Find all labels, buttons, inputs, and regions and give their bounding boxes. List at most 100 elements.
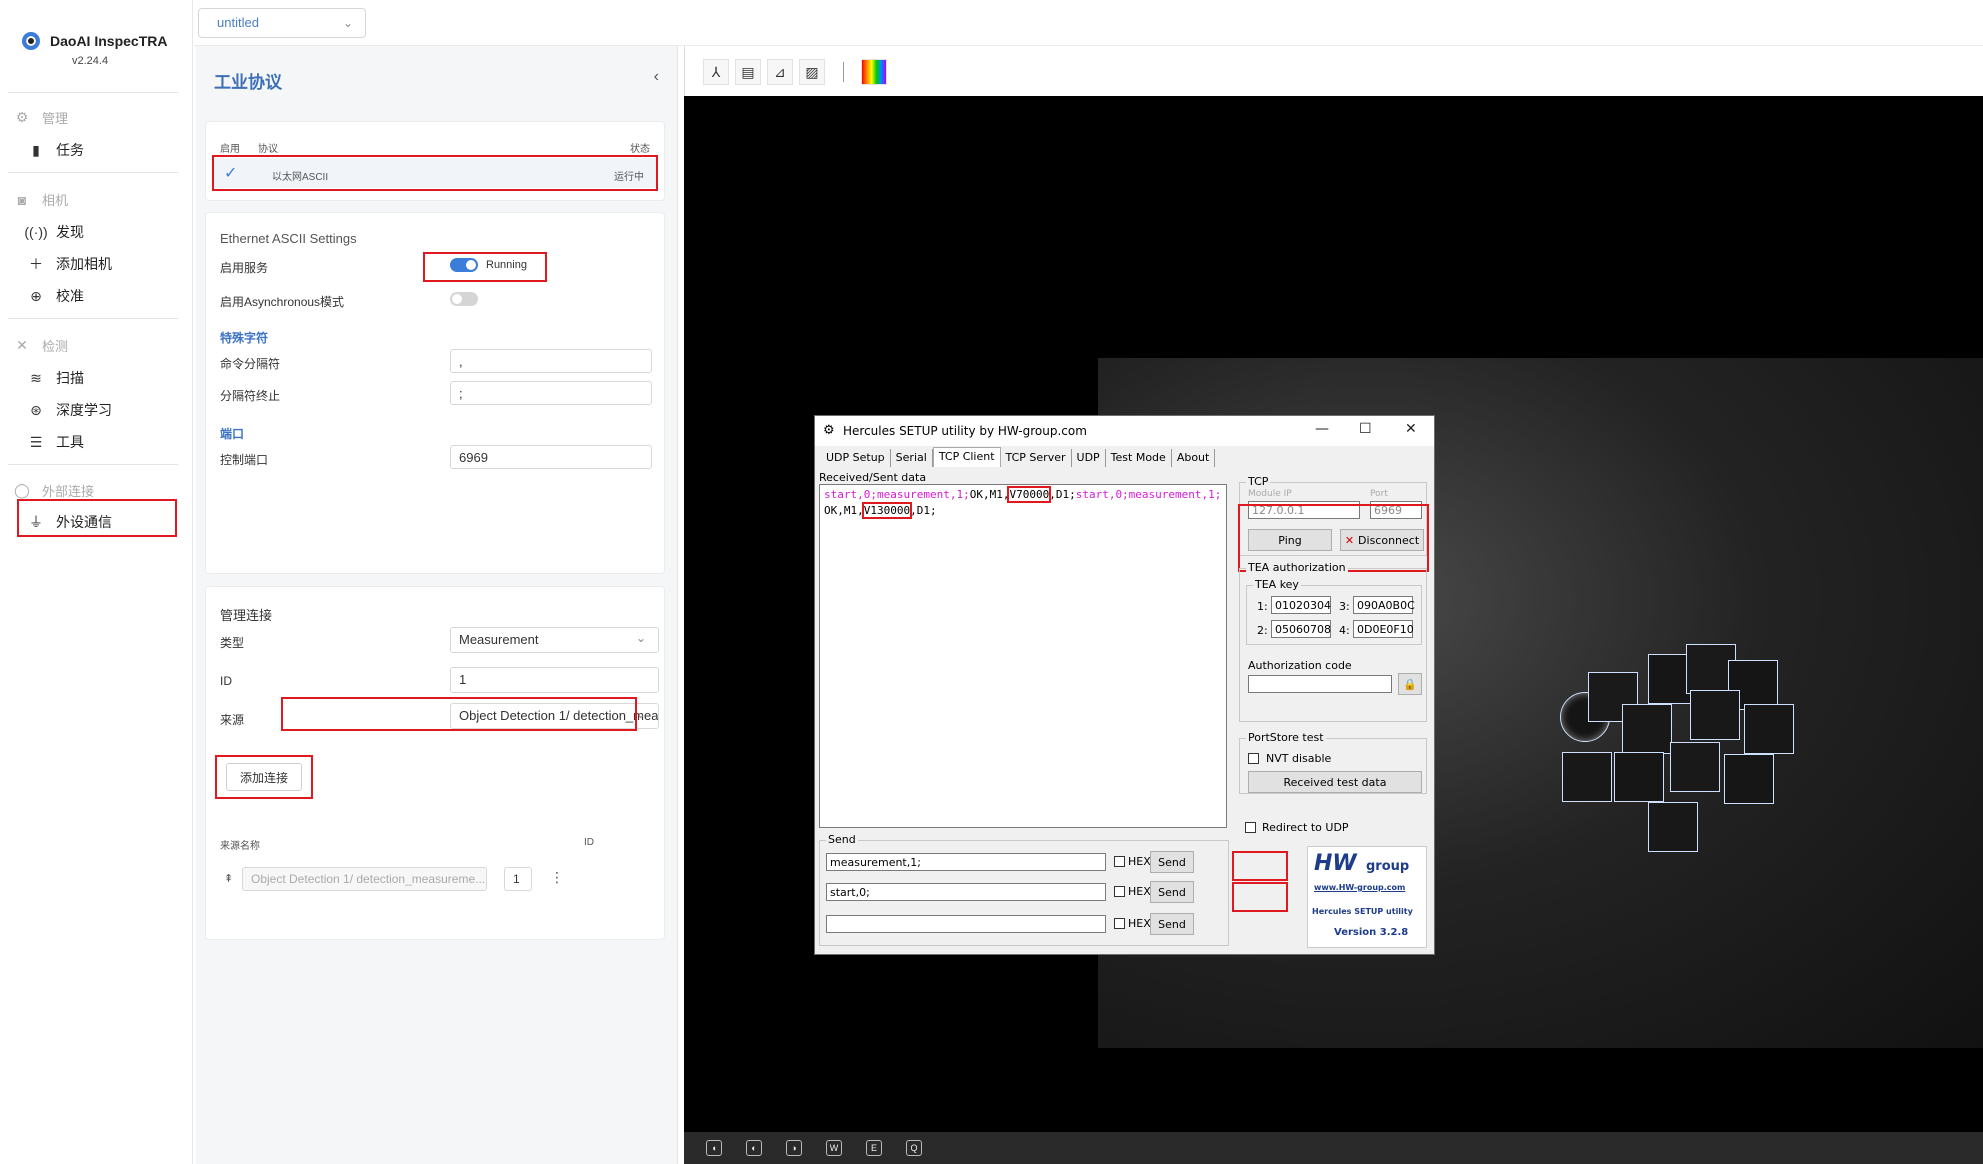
authorization-code-input[interactable] — [1248, 675, 1392, 693]
list-id-input[interactable]: 1 — [504, 867, 532, 891]
tea-key-2[interactable]: 05060708 — [1271, 620, 1331, 638]
received-data-area[interactable]: start,0;measurement,1;OK,M1,V70000,D1;st… — [819, 484, 1227, 828]
send-input-2[interactable]: start,0; — [826, 883, 1106, 901]
scan-icon: ≋ — [30, 369, 42, 386]
field-label: Module IP — [1248, 489, 1292, 499]
field-label: 类型 — [220, 636, 245, 650]
hex-checkbox[interactable] — [1114, 856, 1125, 867]
hercules-window: ⚙ Hercules SETUP utility by HW-group.com… — [814, 415, 1435, 955]
tab-about[interactable]: About — [1172, 449, 1216, 467]
send-button-2[interactable]: Send — [1150, 881, 1194, 903]
sidebar-item-discover[interactable]: ((·)) 发现 — [24, 222, 84, 242]
divider — [8, 92, 178, 93]
command-separator-input[interactable]: , — [450, 349, 652, 373]
chevron-down-icon: ⌄ — [635, 707, 646, 721]
hex-checkbox[interactable] — [1114, 886, 1125, 897]
drag-handle-icon[interactable]: ⇞ — [224, 872, 233, 885]
camera-icon: ◙ — [17, 191, 27, 208]
maximize-icon[interactable]: ☐ — [1359, 421, 1372, 437]
manage-connections: 管理连接 类型 Measurement ⌄ ID 1 来源 Object Dete… — [205, 586, 665, 940]
highlight-box — [423, 252, 547, 282]
field-label: 来源 — [220, 713, 245, 727]
tea-key-1[interactable]: 01020304 — [1271, 596, 1331, 614]
send-input-1[interactable]: measurement,1; — [826, 853, 1106, 871]
mouse-right-icon[interactable]: ◑ — [786, 1140, 802, 1156]
highlight-box — [17, 499, 177, 537]
more-icon[interactable]: ⋮ — [550, 869, 564, 886]
top-bar: untitled ⌄ — [194, 0, 1983, 46]
field-label: ID — [220, 674, 232, 688]
send-button-3[interactable]: Send — [1150, 913, 1194, 935]
id-input[interactable]: 1 — [450, 667, 659, 693]
tab-serial[interactable]: Serial — [891, 449, 933, 467]
send-button-1[interactable]: Send — [1150, 851, 1194, 873]
chart-icon[interactable]: ⊿ — [767, 59, 793, 85]
section-title: Ethernet ASCII Settings — [220, 231, 357, 246]
plus-icon: ＋ — [29, 256, 43, 272]
detection-box — [1724, 754, 1774, 804]
column-header: 状态 — [630, 144, 650, 155]
image-icon[interactable]: ▨ — [799, 59, 825, 85]
q-key-icon[interactable]: Q — [906, 1140, 922, 1156]
tea-group: TEA authorization TEA key 1: 01020304 3:… — [1239, 561, 1427, 722]
network-icon: ⊛ — [30, 401, 42, 418]
list-source-select[interactable]: Object Detection 1/ detection_measureme.… — [242, 867, 487, 891]
send-input-3[interactable] — [826, 915, 1106, 933]
divider — [8, 172, 178, 173]
detection-box — [1690, 690, 1740, 740]
detection-box — [1670, 742, 1720, 792]
protocol-table: 启用 协议 状态 ✓ 以太网ASCII 运行中 — [205, 121, 665, 201]
field-label: 启用服务 — [220, 261, 269, 275]
color-map-icon[interactable] — [861, 59, 887, 85]
mouse-left-icon[interactable]: ◐ — [746, 1140, 762, 1156]
sidebar-item-tools[interactable]: ☰ 工具 — [28, 432, 84, 452]
sidebar-item-scan[interactable]: ≋ 扫描 — [28, 368, 84, 388]
chevron-down-icon: ⌄ — [635, 631, 646, 645]
column-header: 协议 — [258, 144, 278, 155]
send-group: Send measurement,1; HEX Send start,0; HE… — [819, 833, 1229, 946]
nav-group-inspect: ✕ 检测 — [14, 336, 68, 355]
app-logo: DaoAI InspecTRA — [22, 32, 167, 50]
window-title-bar: ⚙ Hercules SETUP utility by HW-group.com… — [815, 416, 1434, 446]
highlight-box — [1232, 882, 1288, 912]
tab-test-mode[interactable]: Test Mode — [1106, 449, 1172, 467]
hw-group-logo: HW group www.HW-group.com Hercules SETUP… — [1307, 846, 1427, 948]
close-icon[interactable]: ✕ — [1405, 421, 1417, 437]
tab-udp[interactable]: UDP — [1072, 449, 1106, 467]
detection-box — [1562, 752, 1612, 802]
tab-tcp-server[interactable]: TCP Server — [1001, 449, 1072, 467]
sidebar: DaoAI InspecTRA v2.24.4 ⚙ 管理 ▮ 任务 ◙ 相机 ((·)… — [0, 0, 193, 1164]
document-icon[interactable]: ▤ — [735, 59, 761, 85]
nvt-disable-checkbox[interactable] — [1248, 753, 1259, 764]
sidebar-item-calibrate[interactable]: ⊕ 校准 — [28, 286, 84, 306]
collapse-panel-button[interactable]: ‹ — [654, 68, 659, 86]
minimize-icon[interactable]: — — [1315, 421, 1329, 437]
tab-udp-setup[interactable]: UDP Setup — [821, 449, 891, 467]
portstore-group: PortStore test NVT disable Received test… — [1239, 731, 1427, 794]
terminator-input[interactable]: ; — [450, 381, 652, 405]
highlight-box — [212, 155, 658, 191]
w-key-icon[interactable]: W — [826, 1140, 842, 1156]
type-select[interactable]: Measurement ⌄ — [450, 627, 659, 653]
mouse-icon[interactable]: ◖ — [706, 1140, 722, 1156]
lock-icon[interactable]: 🔒 — [1398, 673, 1422, 695]
redirect-label: Redirect to UDP — [1262, 821, 1349, 834]
sidebar-item-tasks[interactable]: ▮ 任务 — [28, 140, 84, 160]
app-name: DaoAI InspecTRA — [50, 33, 168, 49]
crosshair-icon: ⊕ — [30, 287, 42, 304]
tea-key-3[interactable]: 090A0B0C — [1353, 596, 1415, 614]
received-test-data-button[interactable]: Received test data — [1248, 771, 1422, 793]
tea-key-4[interactable]: 0D0E0F10 — [1353, 620, 1414, 638]
hex-checkbox[interactable] — [1114, 918, 1125, 929]
sidebar-item-add-camera[interactable]: ＋添加相机 — [28, 254, 112, 274]
hercules-app-icon: ⚙ — [823, 423, 835, 438]
field-label: Authorization code — [1248, 659, 1352, 672]
redirect-udp-checkbox[interactable] — [1245, 822, 1256, 833]
e-key-icon[interactable]: E — [866, 1140, 882, 1156]
sidebar-item-deep-learning[interactable]: ⊛ 深度学习 — [28, 400, 112, 420]
async-toggle[interactable] — [450, 292, 478, 306]
tab-tcp-client[interactable]: TCP Client — [932, 447, 1001, 467]
graph-icon[interactable]: ⅄ — [703, 59, 729, 85]
document-select[interactable]: untitled ⌄ — [198, 8, 366, 38]
control-port-input[interactable]: 6969 — [450, 445, 652, 469]
